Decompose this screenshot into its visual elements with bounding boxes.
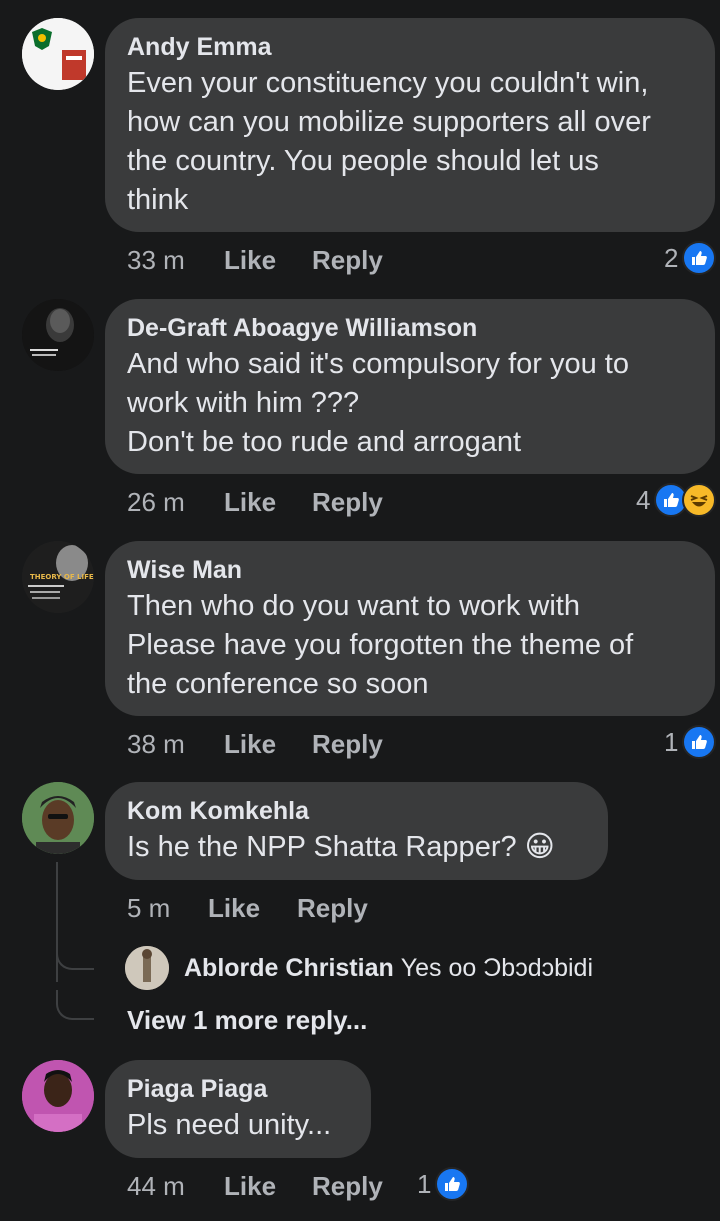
comment-text: And who said it's compulsory for you to … — [127, 348, 629, 458]
like-button[interactable]: Like — [208, 893, 260, 924]
like-reaction-icon — [435, 1167, 470, 1201]
comment-time: 38 m — [127, 729, 185, 759]
comment-bubble: Andy Emma Even your constituency you cou… — [105, 18, 715, 232]
comment-text: Pls need unity... — [127, 1109, 332, 1141]
comment-time: 33 m — [127, 245, 185, 275]
view-more-replies[interactable]: View 1 more reply... — [127, 1005, 367, 1036]
reaction-count: 1 — [664, 726, 679, 757]
reply-button[interactable]: Reply — [312, 245, 383, 276]
thread-branch — [56, 940, 94, 970]
avatar-caption: THEORY OF LIFE — [30, 573, 94, 581]
comment-text: Even your constituency you couldn't win,… — [127, 67, 651, 216]
comment-bubble: Kom Komkehla Is he the NPP Shatta Rapper… — [105, 782, 608, 880]
reaction-summary[interactable]: 1 — [664, 725, 717, 759]
avatar-image — [125, 946, 169, 990]
reply-button[interactable]: Reply — [312, 487, 383, 518]
avatar[interactable]: THEORY OF LIFE — [22, 541, 94, 613]
reply-preview[interactable]: Ablorde Christian Yes oo Ɔbɔdɔbidi — [125, 946, 593, 990]
thread-branch — [56, 990, 94, 1020]
comment-time: 26 m — [127, 487, 185, 517]
comment-actions: 44 m Like Reply — [127, 1171, 427, 1203]
comment-time: 5 m — [127, 893, 171, 923]
comment-text: Then who do you want to work with Please… — [127, 590, 634, 700]
reaction-count: 2 — [664, 242, 679, 273]
reaction-count: 4 — [636, 484, 651, 515]
reaction-count: 1 — [417, 1168, 432, 1199]
avatar-image — [22, 299, 94, 371]
like-button[interactable]: Like — [224, 1171, 276, 1202]
comment-bubble: De-Graft Aboagye Williamson And who said… — [105, 299, 715, 474]
avatar-image — [22, 782, 94, 854]
reply-avatar[interactable] — [125, 946, 169, 990]
reaction-summary[interactable]: 1 — [417, 1167, 470, 1201]
avatar[interactable] — [22, 782, 94, 854]
avatar[interactable] — [22, 1060, 94, 1132]
reply-button[interactable]: Reply — [312, 1171, 383, 1202]
reply-author[interactable]: Ablorde Christian — [184, 954, 394, 983]
reply-button[interactable]: Reply — [312, 729, 383, 760]
reaction-summary[interactable]: 2 — [664, 241, 717, 275]
comment-time: 44 m — [127, 1171, 185, 1201]
comment-author[interactable]: De-Graft Aboagye Williamson — [127, 313, 693, 343]
comment-bubble: Piaga Piaga Pls need unity... — [105, 1060, 371, 1158]
reply-button[interactable]: Reply — [297, 893, 368, 924]
reaction-summary[interactable]: 4 — [636, 483, 717, 517]
avatar-image — [22, 18, 94, 90]
like-reaction-icon — [682, 725, 717, 759]
avatar[interactable] — [22, 18, 94, 90]
comment-text: Is he the NPP Shatta Rapper? 😀 — [127, 831, 555, 863]
reply-text: Yes oo Ɔbɔdɔbidi — [400, 953, 594, 982]
avatar-image — [22, 1060, 94, 1132]
comment-author[interactable]: Wise Man — [127, 555, 693, 585]
comment-bubble: Wise Man Then who do you want to work wi… — [105, 541, 715, 716]
comment-author[interactable]: Piaga Piaga — [127, 1074, 349, 1104]
comment-author[interactable]: Andy Emma — [127, 32, 693, 62]
comment-actions: 26 m Like Reply — [127, 487, 587, 519]
comment-actions: 38 m Like Reply — [127, 729, 587, 761]
like-button[interactable]: Like — [224, 245, 276, 276]
comment-author[interactable]: Kom Komkehla — [127, 796, 586, 826]
haha-reaction-icon — [682, 483, 717, 517]
like-reaction-icon — [682, 241, 717, 275]
comment-actions: 33 m Like Reply — [127, 245, 687, 277]
thread-connector — [56, 862, 58, 982]
avatar-image: THEORY OF LIFE — [22, 541, 94, 613]
comment-actions: 5 m Like Reply — [127, 893, 527, 925]
like-button[interactable]: Like — [224, 487, 276, 518]
like-button[interactable]: Like — [224, 729, 276, 760]
avatar[interactable] — [22, 299, 94, 371]
